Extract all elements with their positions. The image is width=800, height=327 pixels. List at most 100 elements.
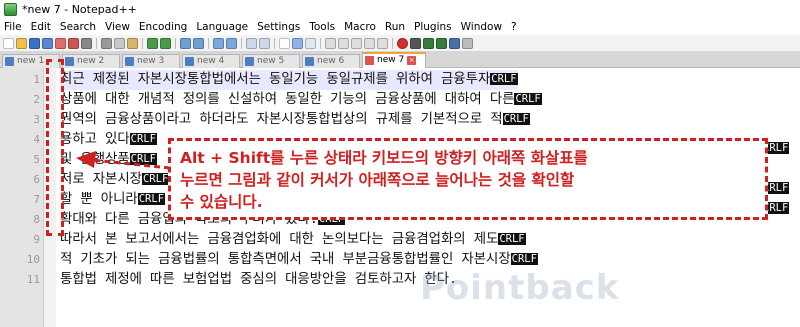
line-text: 용하고 있다	[60, 132, 130, 147]
menu-plugins[interactable]: Plugins	[414, 21, 452, 33]
tab-new-6[interactable]: new 6	[302, 54, 360, 68]
tab-label: new 4	[197, 56, 225, 66]
menu-tools[interactable]: Tools	[309, 21, 335, 33]
doc-map-icon[interactable]	[338, 37, 349, 49]
zoom-out-icon[interactable]	[226, 37, 237, 49]
eol-marker: CRLF	[129, 133, 157, 145]
menu-language[interactable]: Language	[196, 21, 248, 33]
abc-spellcheck-icon[interactable]	[462, 37, 473, 49]
close-file-icon[interactable]	[55, 37, 66, 49]
sync-horizontal-icon[interactable]	[259, 37, 270, 49]
replace-icon[interactable]	[193, 37, 204, 49]
sync-vertical-icon[interactable]	[246, 37, 257, 49]
copy-icon[interactable]	[114, 37, 125, 49]
line-number: 11	[26, 273, 40, 286]
eol-marker: CRLF	[141, 173, 170, 185]
save-icon[interactable]	[29, 37, 40, 49]
menu-encoding[interactable]: Encoding	[139, 21, 187, 33]
line-text: 따라서 본 보고서에서는 금융겸업화에 대한 논의보다는 금융겸업화의 제도	[60, 232, 499, 247]
menu-settings[interactable]: Settings	[257, 21, 300, 33]
menu-window[interactable]: Window	[461, 21, 502, 33]
tab-new-3[interactable]: new 3	[122, 54, 180, 68]
file-tab-icon	[185, 57, 194, 66]
text-line[interactable]: 적 기초가 되는 금융법률의 통합측면에서 국내 부분금융통합법률인 자본시장C…	[60, 250, 538, 270]
word-wrap-icon[interactable]	[279, 37, 290, 49]
line-number: 10	[26, 253, 40, 266]
text-line[interactable]: 상품에 대한 개념적 정의를 신설하여 동일한 기능의 금융상품에 대하여 다른…	[60, 90, 542, 110]
menu-help[interactable]: ?	[511, 21, 517, 33]
open-file-icon[interactable]	[16, 37, 27, 49]
file-tab-icon	[125, 57, 134, 66]
text-line[interactable]: 권역의 금융상품이라고 하더라도 자본시장통합법상의 규제를 기본적으로 적CR…	[60, 110, 530, 130]
text-line[interactable]: 통합법 제정에 따른 보험업법 중심의 대응방안을 검토하고자 한다.	[60, 270, 457, 290]
close-all-icon[interactable]	[68, 37, 79, 49]
eol-marker: CRLF	[490, 73, 518, 85]
monitoring-icon[interactable]	[377, 37, 388, 49]
tab-new-2[interactable]: new 2	[62, 54, 120, 68]
window-title: *new 7 - Notepad++	[22, 2, 137, 16]
save-all-icon[interactable]	[42, 37, 53, 49]
text-line[interactable]: 따라서 본 보고서에서는 금융겸업화에 대한 논의보다는 금융겸업화의 제도CR…	[60, 230, 526, 250]
folder-workspace-icon[interactable]	[364, 37, 375, 49]
line-number: 7	[33, 193, 40, 206]
toolbar-separator	[142, 37, 143, 49]
print-icon[interactable]	[81, 37, 92, 49]
toolbar-separator	[96, 37, 97, 49]
line-number: 3	[33, 113, 40, 126]
toolbar-separator	[320, 37, 321, 49]
line-text: 적 기초가 되는 금융법률의 통합측면에서 국내 부분금융통합법률인 자본시장	[60, 252, 511, 267]
menu-macro[interactable]: Macro	[344, 21, 376, 33]
eol-marker: CRLF	[510, 253, 538, 265]
eol-marker: CRLF	[129, 153, 157, 165]
tab-new-4[interactable]: new 4	[182, 54, 240, 68]
run-macro-multiple-icon[interactable]	[436, 37, 447, 49]
column-selection-highlight	[46, 59, 64, 236]
annotation-callout: Alt + Shift를 누른 상태라 키보드의 방향키 아래쪽 화살표를 누르…	[168, 138, 768, 220]
toolbar-separator	[208, 37, 209, 49]
tab-label: new 1	[17, 56, 45, 66]
toolbar-separator	[274, 37, 275, 49]
zoom-in-icon[interactable]	[213, 37, 224, 49]
menu-run[interactable]: Run	[385, 21, 405, 33]
tab-new-5[interactable]: new 5	[242, 54, 300, 68]
text-line[interactable]: 용하고 있다CRLF	[60, 130, 157, 150]
file-tab-icon	[305, 57, 314, 66]
text-line[interactable]: 및 은행상품CRLF	[60, 150, 157, 170]
toolbar-separator	[392, 37, 393, 49]
menu-search[interactable]: Search	[60, 21, 96, 33]
line-number: 6	[33, 173, 40, 186]
playback-icon[interactable]	[423, 37, 434, 49]
toolbar-separator	[241, 37, 242, 49]
menu-edit[interactable]: Edit	[31, 21, 51, 33]
undo-icon[interactable]	[147, 37, 158, 49]
tab-new-7[interactable]: new 7 ×	[362, 52, 426, 69]
paste-icon[interactable]	[127, 37, 138, 49]
save-macro-icon[interactable]	[449, 37, 460, 49]
line-text: 통합법 제정에 따른 보험업법 중심의 대응방안을 검토하고자 한다.	[60, 272, 458, 287]
find-icon[interactable]	[180, 37, 191, 49]
function-list-icon[interactable]	[351, 37, 362, 49]
indent-guide-icon[interactable]	[305, 37, 316, 49]
close-tab-icon[interactable]: ×	[407, 56, 417, 65]
text-line[interactable]: 저로 자본시장CRLF	[60, 170, 170, 190]
redo-icon[interactable]	[160, 37, 171, 49]
text-line[interactable]: 최근 제정된 자본시장통합법에서는 동일기능 동일규제를 위하여 금융투자CRL…	[60, 70, 518, 90]
cut-icon[interactable]	[101, 37, 112, 49]
eol-marker: CRLF	[137, 193, 166, 205]
new-file-icon[interactable]	[3, 37, 14, 49]
show-all-characters-icon[interactable]	[292, 37, 303, 49]
record-macro-icon[interactable]	[397, 37, 408, 49]
user-language-icon[interactable]	[325, 37, 336, 49]
menu-view[interactable]: View	[105, 21, 130, 33]
text-line[interactable]: 할 뿐 아니라CRLF	[60, 190, 166, 210]
tab-label: new 3	[137, 56, 165, 66]
tab-label: new 7	[377, 55, 405, 65]
menu-file[interactable]: File	[4, 21, 22, 33]
file-tab-icon	[245, 57, 254, 66]
eol-marker: CRLF	[514, 93, 542, 105]
toolbar-separator	[175, 37, 176, 49]
callout-text-line: 수 있습니다.	[180, 193, 263, 211]
watermark-logo: Pointback	[420, 268, 620, 308]
stop-recording-icon[interactable]	[410, 37, 421, 49]
line-text: 저로 자본시장	[60, 172, 142, 187]
